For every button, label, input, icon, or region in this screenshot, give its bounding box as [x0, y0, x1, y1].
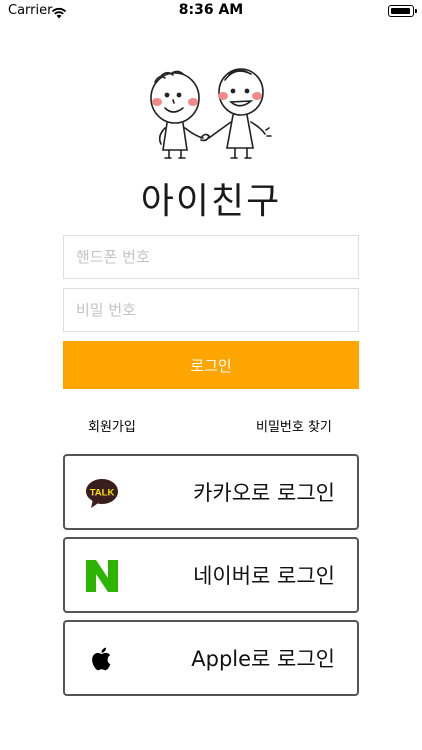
login-button[interactable]: 로그인	[63, 341, 359, 389]
phone-input[interactable]	[64, 236, 358, 278]
kakao-login-button[interactable]: TALK 카카오로 로그인	[63, 454, 359, 530]
naver-login-label: 네이버로 로그인	[193, 564, 335, 588]
kakao-badge-text: TALK	[90, 488, 115, 499]
apple-login-label: Apple로 로그인	[191, 647, 335, 671]
password-input[interactable]	[64, 289, 358, 331]
find-password-link[interactable]: 비밀번호 찾기	[256, 416, 332, 435]
logo-illustration	[143, 66, 277, 166]
status-time: 8:36 AM	[178, 2, 244, 18]
kakao-login-label: 카카오로 로그인	[193, 481, 335, 505]
naver-login-button[interactable]: 네이버로 로그인	[63, 537, 359, 613]
status-bar: Carrier 8:36 AM	[0, 0, 422, 24]
app-title: 아이친구	[140, 181, 282, 222]
signup-link[interactable]: 회원가입	[88, 416, 136, 435]
battery-icon	[388, 5, 417, 17]
naver-icon	[84, 558, 120, 594]
phone-field	[63, 235, 359, 279]
password-field	[63, 288, 359, 332]
kakao-talk-icon: TALK	[84, 475, 120, 511]
apple-login-button[interactable]: Apple로 로그인	[63, 620, 359, 696]
apple-icon	[84, 641, 120, 677]
